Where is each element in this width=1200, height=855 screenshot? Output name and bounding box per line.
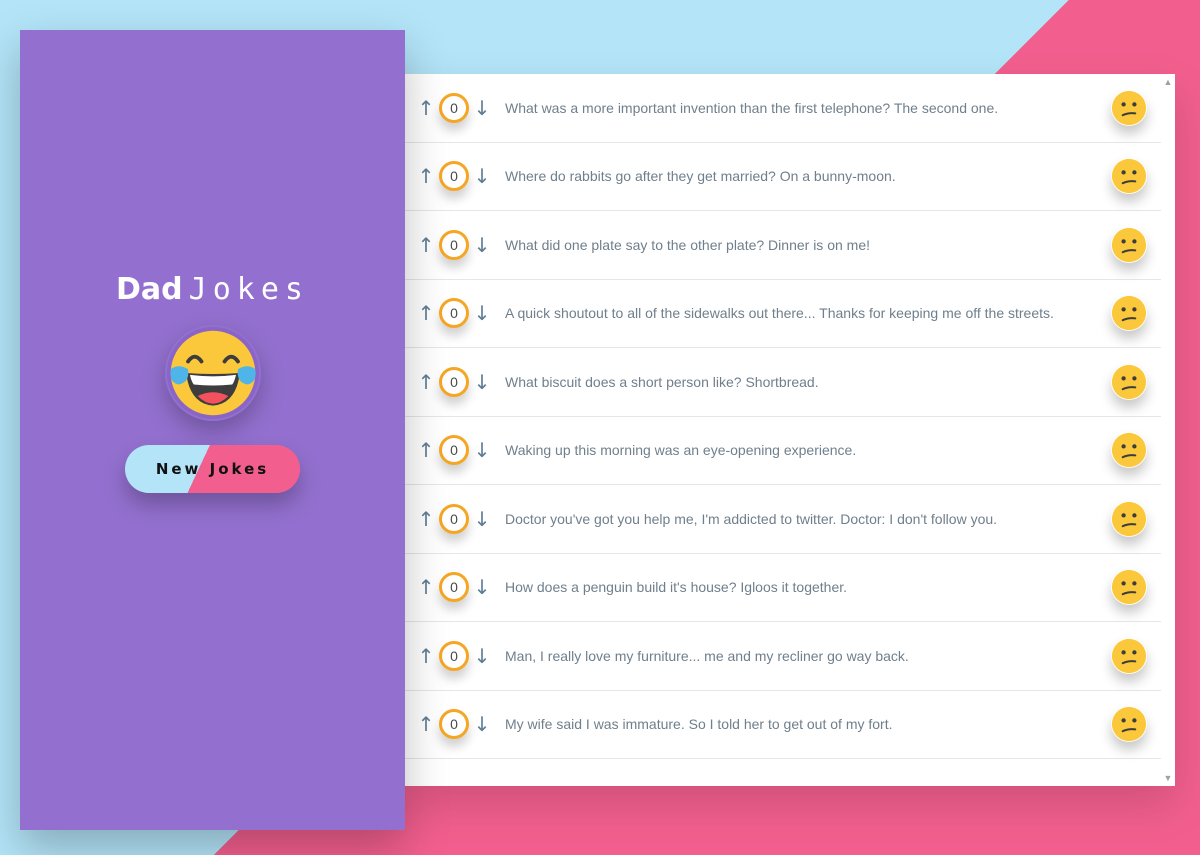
joke-row: ↑ 0 ↓ What did one plate say to the othe… — [405, 211, 1161, 280]
vote-controls: ↑ 0 ↓ — [417, 435, 495, 466]
joke-row: ↑ 0 ↓ Man, I really love my furniture...… — [405, 622, 1161, 691]
downvote-arrow-icon[interactable]: ↓ — [473, 372, 491, 392]
joke-text: Waking up this morning was an eye-openin… — [505, 442, 857, 459]
vote-controls: ↑ 0 ↓ — [417, 503, 495, 534]
scroll-up-arrow-icon[interactable]: ▲ — [1163, 77, 1173, 87]
joke-text: What biscuit does a short person like? S… — [505, 373, 819, 390]
upvote-arrow-icon[interactable]: ↑ — [417, 509, 435, 529]
joke-text: Man, I really love my furniture... me an… — [505, 647, 909, 664]
downvote-arrow-icon[interactable]: ↓ — [473, 166, 491, 186]
downvote-arrow-icon[interactable]: ↓ — [473, 714, 491, 734]
vote-controls: ↑ 0 ↓ — [417, 572, 495, 603]
joke-text: How does a penguin build it's house? Igl… — [505, 579, 848, 596]
joke-row: ↑ 0 ↓ Where do rabbits go after they get… — [405, 143, 1161, 211]
joke-row: ↑ 0 ↓ A quick shoutout to all of the sid… — [405, 280, 1161, 348]
joke-text: What did one plate say to the other plat… — [505, 236, 870, 253]
joke-row: ↑ 0 ↓ Doctor you've got you help me, I'm… — [405, 485, 1161, 554]
confused-face-icon — [1111, 227, 1147, 262]
confused-face-icon — [1111, 707, 1147, 742]
joke-text: A quick shoutout to all of the sidewalks… — [505, 305, 1054, 322]
confused-face-icon — [1111, 364, 1147, 399]
vote-controls: ↑ 0 ↓ — [417, 92, 495, 123]
upvote-arrow-icon[interactable]: ↑ — [417, 303, 435, 323]
joke-text: What was a more important invention than… — [505, 99, 999, 116]
upvote-arrow-icon[interactable]: ↑ — [417, 235, 435, 255]
confused-face-icon — [1111, 433, 1147, 468]
joke-row: ↑ 0 ↓ How does a penguin build it's hous… — [405, 554, 1161, 622]
downvote-arrow-icon[interactable]: ↓ — [473, 646, 491, 666]
scrollbar[interactable]: ▲ ▼ — [1161, 74, 1175, 786]
downvote-arrow-icon[interactable]: ↓ — [473, 303, 491, 323]
joke-row: ↑ 0 ↓ My wife said I was immature. So I … — [405, 691, 1161, 759]
joke-text: My wife said I was immature. So I told h… — [505, 716, 893, 733]
confused-face-icon — [1111, 90, 1147, 125]
vote-count: 0 — [439, 572, 469, 603]
vote-controls: ↑ 0 ↓ — [417, 709, 495, 740]
joke-text: Doctor you've got you help me, I'm addic… — [505, 510, 998, 527]
upvote-arrow-icon[interactable]: ↑ — [417, 577, 435, 597]
confused-face-icon — [1111, 296, 1147, 331]
new-jokes-button[interactable]: New Jokes — [125, 445, 300, 493]
downvote-arrow-icon[interactable]: ↓ — [473, 440, 491, 460]
downvote-arrow-icon[interactable]: ↓ — [473, 98, 491, 118]
joke-row: ↑ 0 ↓ What was a more important inventio… — [405, 74, 1161, 143]
upvote-arrow-icon[interactable]: ↑ — [417, 646, 435, 666]
vote-count: 0 — [439, 161, 469, 192]
vote-count: 0 — [439, 435, 469, 466]
upvote-arrow-icon[interactable]: ↑ — [417, 440, 435, 460]
upvote-arrow-icon[interactable]: ↑ — [417, 166, 435, 186]
confused-face-icon — [1111, 570, 1147, 605]
vote-count: 0 — [439, 366, 469, 397]
confused-face-icon — [1111, 638, 1147, 673]
vote-controls: ↑ 0 ↓ — [417, 366, 495, 397]
vote-count: 0 — [439, 709, 469, 740]
joke-row: ↑ 0 ↓ Waking up this morning was an eye-… — [405, 417, 1161, 485]
vote-count: 0 — [439, 640, 469, 671]
laughing-tears-emoji-icon — [166, 326, 259, 420]
vote-controls: ↑ 0 ↓ — [417, 298, 495, 329]
app-title-thin: Jokes — [188, 272, 309, 307]
app-title: Dad Jokes — [116, 272, 309, 307]
vote-controls: ↑ 0 ↓ — [417, 229, 495, 260]
joke-text: Where do rabbits go after they get marri… — [505, 168, 896, 185]
downvote-arrow-icon[interactable]: ↓ — [473, 235, 491, 255]
vote-count: 0 — [439, 298, 469, 329]
app-title-bold: Dad — [116, 272, 183, 307]
vote-count: 0 — [439, 503, 469, 534]
jokes-list: ↑ 0 ↓ What was a more important inventio… — [405, 74, 1161, 786]
vote-count: 0 — [439, 92, 469, 123]
upvote-arrow-icon[interactable]: ↑ — [417, 714, 435, 734]
upvote-arrow-icon[interactable]: ↑ — [417, 372, 435, 392]
vote-controls: ↑ 0 ↓ — [417, 640, 495, 671]
scroll-down-arrow-icon[interactable]: ▼ — [1163, 773, 1173, 783]
vote-controls: ↑ 0 ↓ — [417, 161, 495, 192]
vote-count: 0 — [439, 229, 469, 260]
sidebar: Dad Jokes New Jokes — [20, 30, 405, 830]
confused-face-icon — [1111, 501, 1147, 536]
upvote-arrow-icon[interactable]: ↑ — [417, 98, 435, 118]
confused-face-icon — [1111, 159, 1147, 194]
downvote-arrow-icon[interactable]: ↓ — [473, 577, 491, 597]
joke-row: ↑ 0 ↓ What biscuit does a short person l… — [405, 348, 1161, 417]
downvote-arrow-icon[interactable]: ↓ — [473, 509, 491, 529]
jokes-panel: ↑ 0 ↓ What was a more important inventio… — [405, 74, 1175, 786]
